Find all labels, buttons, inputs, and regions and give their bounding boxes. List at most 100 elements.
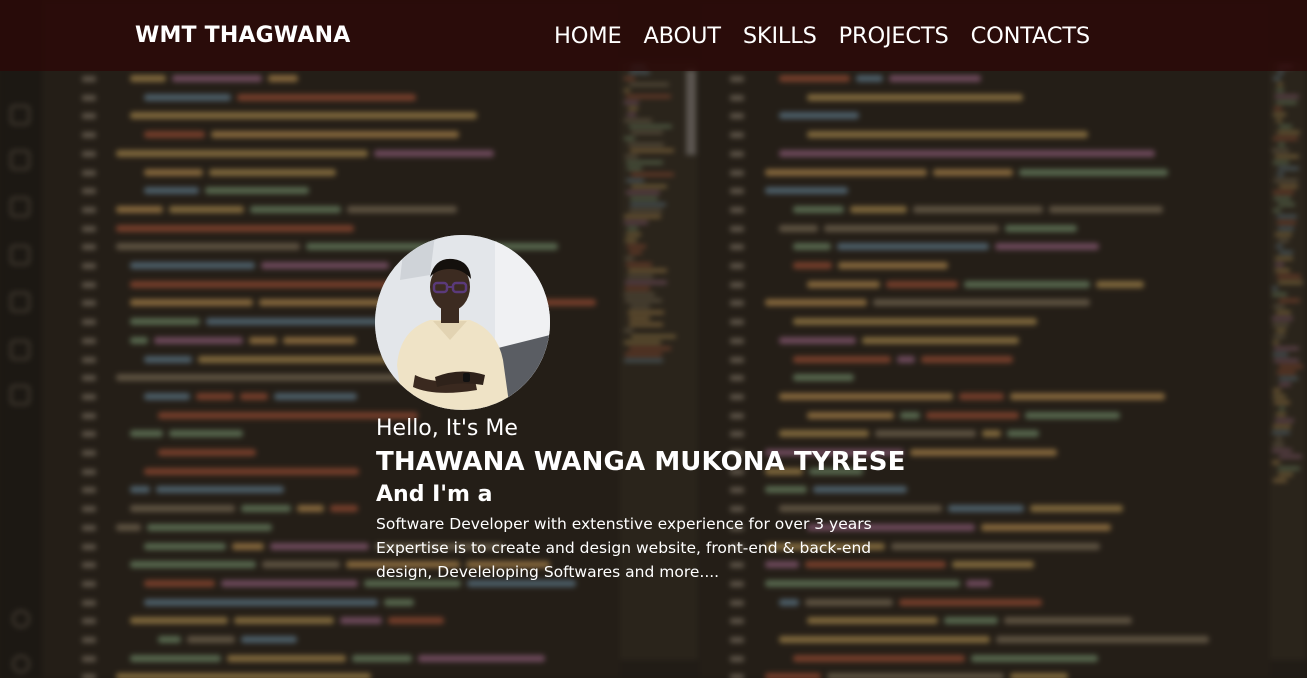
line-number bbox=[730, 244, 744, 251]
minimap-line bbox=[1277, 83, 1283, 86]
minimap-line bbox=[1275, 269, 1290, 272]
minimap-line bbox=[631, 131, 663, 134]
line-number bbox=[730, 263, 744, 269]
minimap-line bbox=[1273, 113, 1286, 116]
logo-link[interactable]: WMT THAGWANA bbox=[135, 23, 350, 48]
line-number bbox=[82, 225, 96, 232]
code-line bbox=[144, 131, 205, 139]
minimap-line bbox=[631, 185, 667, 188]
line-number bbox=[82, 487, 96, 494]
minimap-line bbox=[625, 281, 667, 284]
code-line bbox=[274, 392, 357, 400]
settings-icon bbox=[12, 655, 30, 673]
line-number bbox=[730, 618, 744, 625]
minimap-line bbox=[628, 269, 667, 272]
minimap-line bbox=[1274, 335, 1285, 338]
run-icon bbox=[10, 197, 30, 217]
code-line bbox=[1010, 673, 1068, 678]
minimap-line bbox=[1276, 101, 1297, 104]
code-line bbox=[964, 280, 1090, 288]
code-line bbox=[340, 617, 382, 625]
code-line bbox=[130, 336, 148, 344]
code-line bbox=[130, 262, 255, 269]
nav-projects[interactable]: PROJECTS bbox=[839, 23, 949, 49]
code-line bbox=[807, 617, 938, 625]
remote-icon bbox=[10, 292, 30, 312]
line-number bbox=[82, 543, 96, 550]
code-line bbox=[156, 486, 284, 494]
code-line bbox=[270, 542, 369, 550]
code-line bbox=[116, 224, 354, 232]
minimap-line bbox=[1279, 365, 1303, 368]
minimap-line bbox=[1273, 191, 1294, 194]
nav-home[interactable]: HOME bbox=[554, 23, 622, 49]
line-number bbox=[730, 169, 744, 176]
minimap-line bbox=[625, 299, 662, 302]
code-line bbox=[130, 617, 228, 625]
code-line bbox=[779, 75, 850, 82]
minimap-line bbox=[625, 239, 637, 242]
code-line bbox=[765, 673, 821, 678]
code-line bbox=[283, 336, 356, 344]
code-line bbox=[765, 299, 867, 307]
line-number bbox=[82, 375, 96, 382]
minimap-line bbox=[1276, 311, 1291, 314]
code-line bbox=[144, 168, 203, 176]
minimap-line bbox=[1277, 71, 1284, 74]
line-number bbox=[82, 244, 96, 251]
nav-about[interactable]: ABOUT bbox=[643, 23, 721, 49]
code-line bbox=[144, 392, 190, 400]
minimap-line bbox=[627, 275, 653, 278]
code-line bbox=[889, 75, 981, 82]
code-line bbox=[130, 112, 477, 120]
code-line bbox=[995, 243, 1099, 251]
code-line bbox=[116, 243, 300, 251]
source-control-icon bbox=[10, 150, 30, 170]
line-number bbox=[82, 319, 96, 326]
code-line bbox=[418, 654, 545, 662]
line-number bbox=[82, 674, 96, 678]
code-line bbox=[1025, 411, 1120, 419]
nav-skills[interactable]: SKILLS bbox=[743, 23, 817, 49]
code-line bbox=[130, 486, 150, 494]
code-line bbox=[807, 131, 1088, 139]
line-number bbox=[82, 412, 96, 419]
code-line bbox=[779, 112, 859, 120]
code-line bbox=[147, 523, 272, 531]
code-line bbox=[130, 318, 200, 326]
line-number bbox=[730, 393, 744, 400]
line-number bbox=[82, 188, 96, 195]
minimap-line bbox=[1276, 413, 1286, 416]
profile-photo-image bbox=[375, 235, 550, 410]
code-line bbox=[297, 505, 324, 513]
minimap-line bbox=[1277, 275, 1301, 278]
code-line bbox=[250, 205, 341, 213]
minimap-line bbox=[1274, 179, 1298, 182]
greeting-heading: Hello, It's Me bbox=[376, 416, 518, 441]
code-line bbox=[116, 523, 141, 531]
line-number bbox=[730, 655, 744, 662]
minimap-line bbox=[1275, 95, 1299, 98]
profile-photo bbox=[375, 235, 550, 410]
code-line bbox=[838, 262, 948, 269]
code-line bbox=[1019, 168, 1168, 176]
code-line bbox=[158, 636, 181, 643]
code-line bbox=[144, 579, 215, 587]
minimap-line bbox=[1279, 185, 1298, 188]
code-line bbox=[959, 392, 1004, 400]
minimap-line bbox=[1272, 449, 1292, 452]
minimap-line bbox=[1279, 407, 1285, 410]
minimap-line bbox=[630, 203, 666, 206]
line-number bbox=[730, 599, 744, 606]
minimap-line bbox=[1276, 329, 1286, 332]
code-line bbox=[240, 392, 268, 400]
minimap-line bbox=[624, 215, 661, 218]
line-number bbox=[730, 319, 744, 326]
minimap-line bbox=[624, 101, 639, 104]
code-line bbox=[899, 598, 1042, 606]
nav-contacts[interactable]: CONTACTS bbox=[971, 23, 1091, 49]
code-line bbox=[827, 673, 1004, 678]
minimap-line bbox=[626, 191, 660, 194]
minimap-line bbox=[1277, 131, 1300, 134]
minimap-line bbox=[1273, 341, 1279, 344]
